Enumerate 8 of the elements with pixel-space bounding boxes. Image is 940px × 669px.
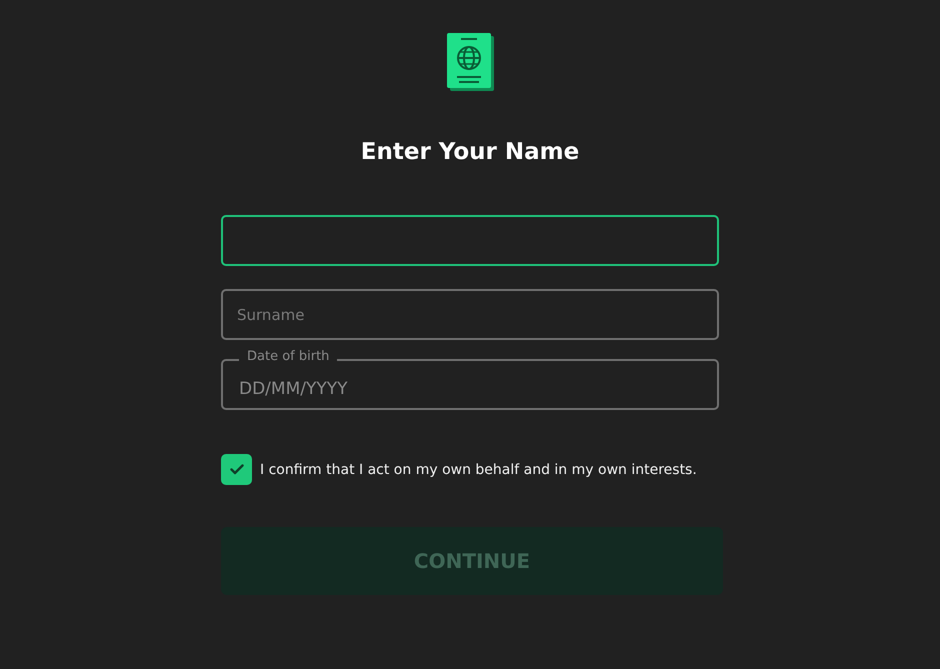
date-field[interactable]: DD/MM/YYYY [221, 359, 719, 410]
page-title: Enter Your Name [360, 138, 580, 167]
text-field[interactable]: Surname [221, 289, 719, 340]
text-field[interactable] [221, 215, 719, 266]
passport-icon [446, 33, 494, 91]
checkbox[interactable] [221, 454, 252, 485]
consent-label: I confirm that I act on my own behalf and in my own interests. [260, 462, 697, 478]
check-icon [230, 464, 244, 475]
